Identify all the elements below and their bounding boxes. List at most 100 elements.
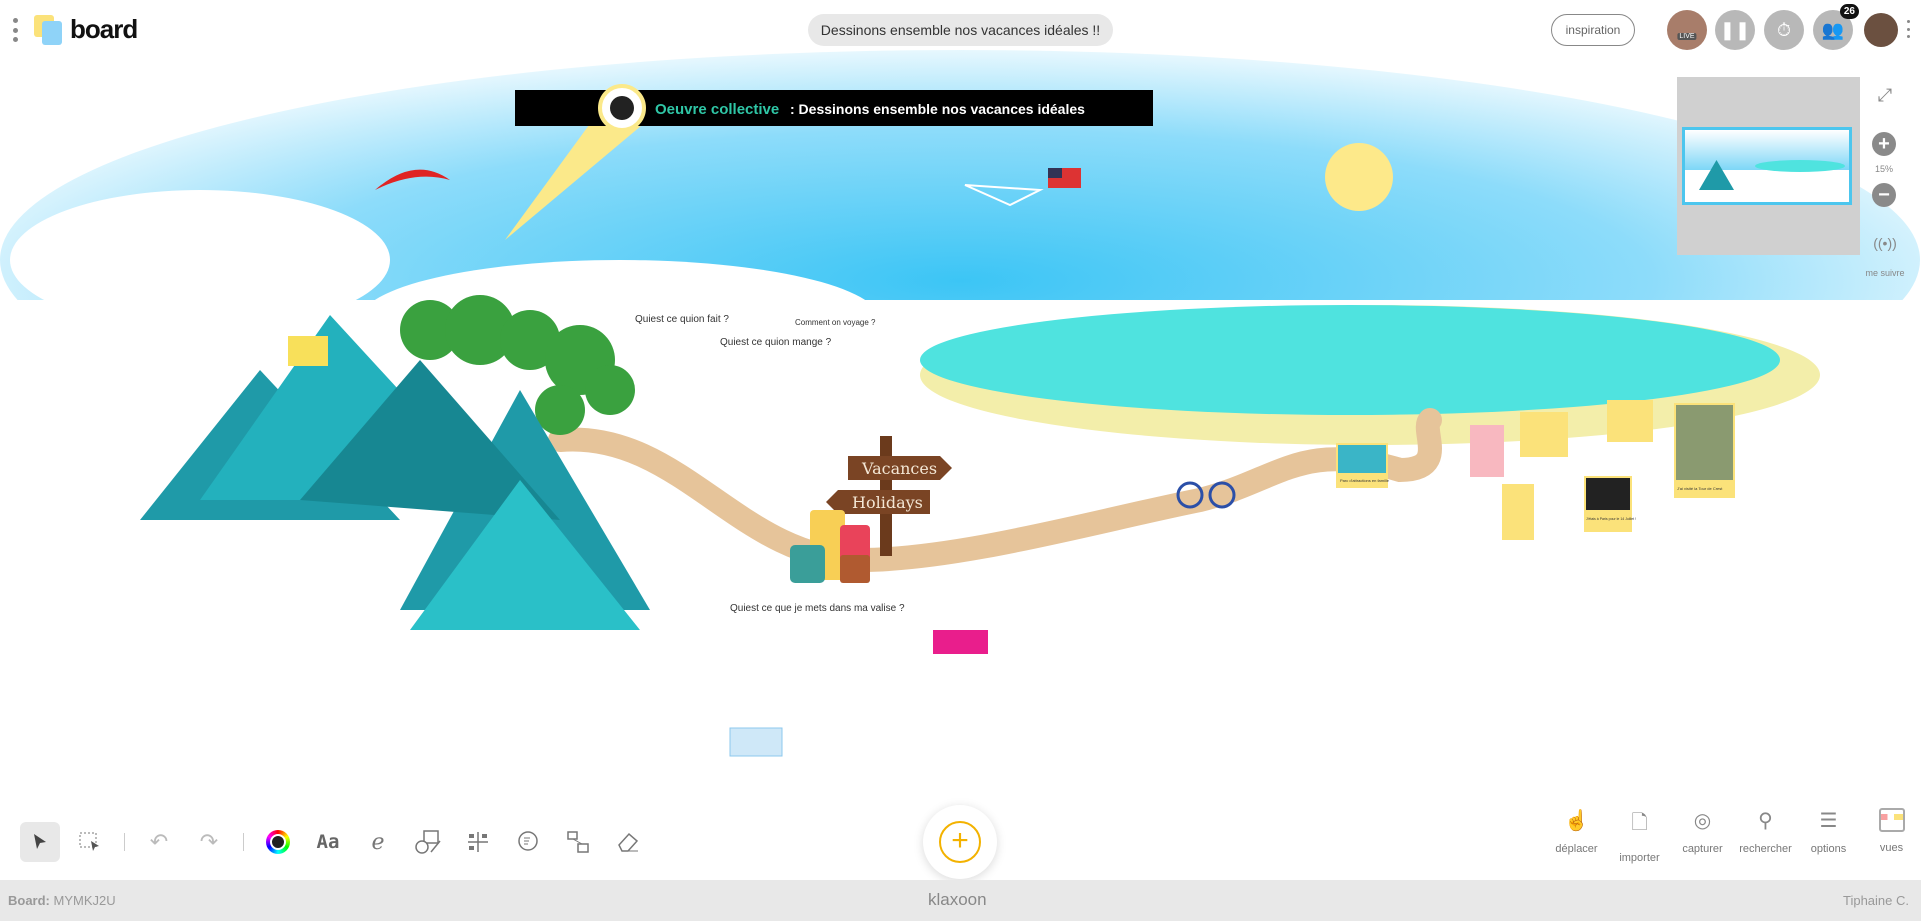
sign-holidays: Holidays — [852, 493, 923, 512]
question-suitcase: Quiest ce que je mets dans ma valise ? — [730, 603, 905, 614]
minimap-viewport[interactable] — [1682, 127, 1852, 205]
timer-icon: ⏱ — [1776, 19, 1792, 40]
capture-button[interactable]: ◎ capturer — [1671, 808, 1734, 864]
add-content-button[interactable]: + — [923, 805, 997, 879]
redo-icon: ↷ — [199, 829, 219, 854]
timer-button[interactable]: ⏱ — [1764, 10, 1804, 50]
search-button[interactable]: ⚲ rechercher — [1734, 808, 1797, 864]
views-button[interactable]: vues — [1860, 808, 1921, 864]
marquee-icon — [79, 832, 99, 851]
color-picker[interactable] — [258, 822, 298, 862]
options-button[interactable]: ☰ options — [1797, 808, 1860, 864]
divider — [243, 833, 244, 851]
sign-vacances: Vacances — [861, 459, 937, 478]
zoom-level: 15% — [1874, 164, 1893, 174]
sticky-note[interactable] — [288, 336, 328, 366]
brand-logo: klaxoon — [928, 890, 987, 909]
menu-icon[interactable] — [12, 18, 18, 42]
follow-icon[interactable]: ((•)) — [1870, 235, 1900, 251]
cloud — [10, 190, 390, 330]
comment-icon — [518, 831, 538, 851]
banner-text: : Dessinons ensemble nos vacances idéale… — [790, 101, 1085, 117]
undo-button[interactable]: ↶ — [139, 822, 179, 862]
divider — [124, 833, 125, 851]
question-travel: Comment on voyage ? — [795, 318, 876, 327]
inspiration-button[interactable]: inspiration — [1551, 14, 1635, 46]
sticky-note[interactable] — [729, 727, 783, 757]
views-icon — [1878, 808, 1905, 832]
multi-select-tool[interactable] — [70, 822, 110, 862]
grid-icon — [468, 832, 488, 852]
photo-card[interactable] — [1607, 400, 1653, 442]
search-icon: ⚲ — [1758, 810, 1773, 832]
color-wheel-icon — [266, 830, 290, 854]
right-toolbar: ☝ déplacer 🗋 importer ◎ capturer ⚲ recherche… — [1545, 808, 1921, 864]
pause-icon: ❚❚ — [1719, 19, 1751, 40]
capture-label: capturer — [1682, 843, 1723, 855]
svg-text:J'ai visité la Tour de Crest: J'ai visité la Tour de Crest — [1677, 486, 1723, 491]
grid-tool[interactable] — [458, 822, 498, 862]
live-avatar[interactable]: LIVE — [1667, 10, 1707, 50]
follow-label[interactable]: me suivre — [1860, 268, 1910, 278]
photo-card[interactable]: J'ai visité la Tour de Crest — [1674, 403, 1735, 498]
current-user: Tiphaine C. — [1843, 893, 1909, 908]
views-label: vues — [1879, 842, 1904, 854]
board-code-label: Board: — [8, 893, 50, 908]
participants-count: 26 — [1839, 4, 1859, 19]
sticky-note[interactable] — [933, 630, 988, 654]
header: board Dessinons ensemble nos vacances id… — [0, 0, 1921, 60]
import-label: importer — [1619, 852, 1660, 864]
board-code-value: MYMKJ2U — [53, 893, 116, 908]
draw-tool[interactable]: ℯ — [358, 822, 398, 862]
participants-button[interactable]: 👥 26 — [1813, 4, 1859, 50]
sea — [920, 305, 1780, 415]
connector-icon — [567, 831, 589, 853]
board-title[interactable]: Dessinons ensemble nos vacances idéales … — [808, 14, 1113, 46]
logo-text: board — [70, 14, 138, 44]
user-avatar[interactable] — [1864, 13, 1898, 47]
drawing-toolbar: ↶ ↷ Aa ℯ — [20, 822, 658, 862]
svg-text:J'étais à Paris pour le 14 Jui: J'étais à Paris pour le 14 Juillet ! — [1586, 517, 1636, 521]
users-icon: 👥 — [1821, 19, 1845, 40]
select-tool[interactable] — [20, 822, 60, 862]
photo-card[interactable]: J'étais à Paris pour le 14 Juillet ! — [1584, 476, 1636, 532]
photo-card[interactable] — [1470, 425, 1504, 477]
fullscreen-icon[interactable]: ⤢ — [1870, 85, 1900, 106]
sliders-icon: ☰ — [1819, 810, 1838, 832]
text-tool[interactable]: Aa — [308, 822, 348, 862]
connector-tool[interactable] — [558, 822, 598, 862]
minimap[interactable] — [1677, 77, 1860, 255]
move-button[interactable]: ☝ déplacer — [1545, 808, 1608, 864]
redo-button[interactable]: ↷ — [189, 822, 229, 862]
import-button[interactable]: 🗋 importer — [1608, 808, 1671, 864]
question-do: Quiest ce quion fait ? — [635, 314, 729, 325]
zoom-in-button[interactable]: + — [1872, 132, 1896, 156]
footer: Board: MYMKJ2U klaxoon Tiphaine C. — [0, 880, 1921, 921]
pause-button[interactable]: ❚❚ — [1715, 10, 1755, 50]
shapes-tool[interactable] — [408, 822, 448, 862]
shapes-icon — [415, 830, 441, 854]
pen-icon: ℯ — [371, 829, 385, 854]
search-label: rechercher — [1739, 843, 1792, 855]
plus-icon: + — [939, 821, 981, 863]
sun — [1325, 143, 1393, 211]
board-code: Board: MYMKJ2U — [8, 893, 116, 908]
comment-tool[interactable] — [508, 822, 548, 862]
photo-card[interactable] — [1502, 484, 1534, 540]
board-canvas[interactable]: Oeuvre collective : Dessinons ensemble n… — [0, 0, 1921, 921]
options-label: options — [1810, 843, 1847, 855]
board-logo-icon — [34, 14, 64, 45]
side-menu-icon[interactable] — [1905, 20, 1911, 38]
photo-card[interactable] — [1520, 412, 1568, 457]
undo-icon: ↶ — [149, 829, 169, 854]
eraser-tool[interactable] — [608, 822, 648, 862]
live-label: LIVE — [1677, 33, 1697, 40]
svg-text:Parc d'attractions en famille: Parc d'attractions en famille — [1340, 478, 1390, 483]
text-icon: Aa — [316, 831, 340, 853]
move-icon: ☝ — [1564, 810, 1589, 832]
zoom-out-button[interactable]: − — [1872, 183, 1896, 207]
question-eat: Quiest ce quion mange ? — [720, 337, 832, 348]
photo-card[interactable]: Parc d'attractions en famille — [1336, 443, 1390, 488]
move-label: déplacer — [1555, 843, 1598, 855]
banner-highlight: Oeuvre collective — [655, 101, 779, 118]
